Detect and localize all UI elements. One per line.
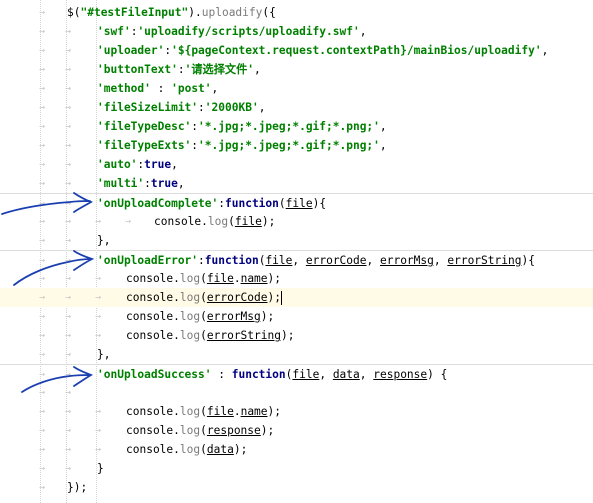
annotation-arrow [13,250,95,286]
code-editor[interactable]: → $("#testFileInput").uploadify({→ →'swf':… [0,0,593,503]
handwritten-annotations [1,192,95,393]
annotation-arrow [21,366,94,393]
annotation-arrow [1,192,94,215]
